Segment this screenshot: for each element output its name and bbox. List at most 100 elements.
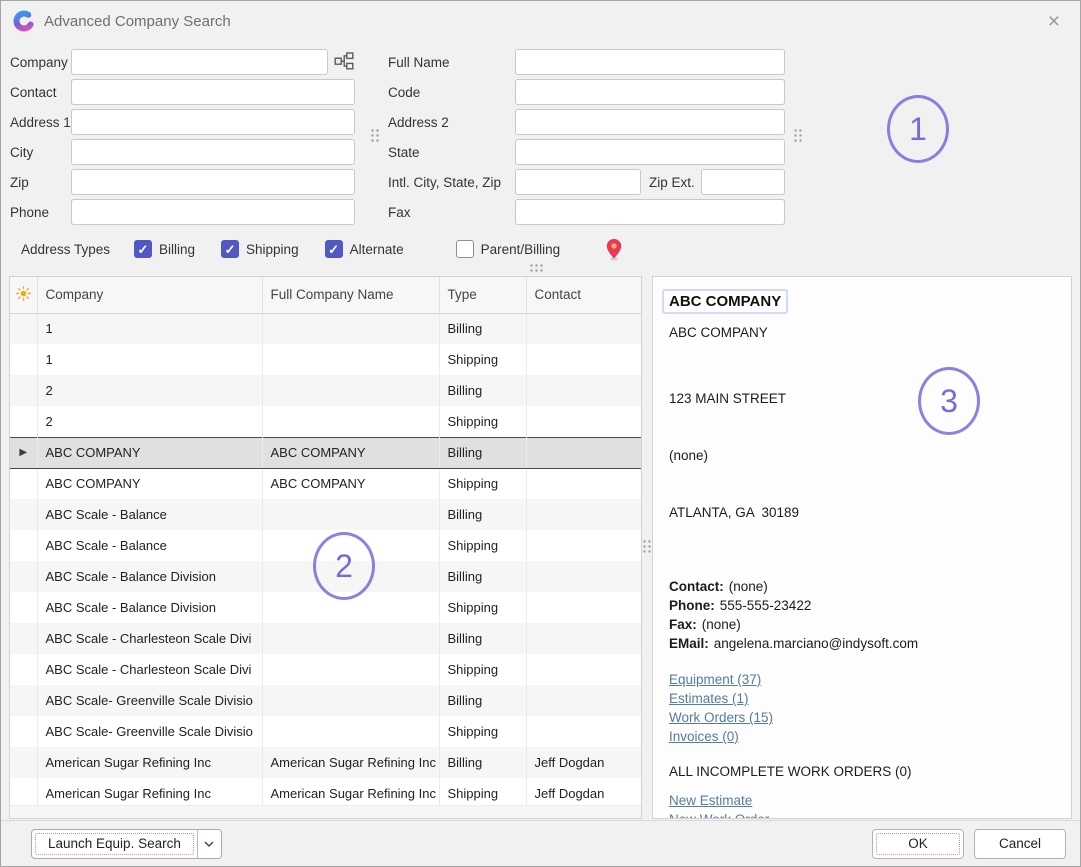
intl-city-state-zip-label: Intl. City, State, Zip bbox=[363, 175, 515, 190]
cell-type: Shipping bbox=[439, 778, 526, 809]
cell-contact bbox=[526, 685, 641, 716]
row-indicator bbox=[10, 654, 37, 685]
address2-label: Address 2 bbox=[363, 115, 515, 130]
cell-contact bbox=[526, 313, 641, 344]
state-label: State bbox=[363, 145, 515, 160]
launch-equip-search-label: Launch Equip. Search bbox=[32, 830, 197, 858]
table-row[interactable]: 1 Shipping bbox=[10, 344, 641, 375]
checkbox-billing-label: Billing bbox=[159, 242, 195, 257]
checkbox-box bbox=[456, 240, 474, 258]
table-row[interactable]: 2 Billing bbox=[10, 375, 641, 406]
cell-contact: Jeff Dogdan bbox=[526, 747, 641, 778]
cell-contact bbox=[526, 530, 641, 561]
code-input[interactable] bbox=[515, 79, 785, 105]
form-splitter-grip-right[interactable] bbox=[793, 128, 802, 142]
checkbox-shipping-label: Shipping bbox=[246, 242, 299, 257]
checkbox-parent-billing[interactable]: Parent/Billing bbox=[456, 240, 561, 258]
cell-contact bbox=[526, 375, 641, 406]
row-indicator bbox=[10, 406, 37, 437]
table-row[interactable]: ABC Scale - Charlesteon Scale Divi Billi… bbox=[10, 623, 641, 654]
titlebar: Advanced Company Search × bbox=[1, 1, 1080, 41]
column-header-contact[interactable]: Contact bbox=[526, 277, 641, 313]
map-pin-icon[interactable] bbox=[604, 238, 624, 261]
company-input[interactable] bbox=[71, 49, 328, 75]
detail-fax-row: Fax:(none) bbox=[669, 615, 1055, 634]
phone-input[interactable] bbox=[71, 199, 355, 225]
company-lookup-button[interactable] bbox=[333, 51, 355, 73]
form-bottom-splitter-grip[interactable] bbox=[529, 263, 543, 272]
table-row[interactable]: ▶ ABC COMPANY ABC COMPANY Billing bbox=[10, 437, 641, 468]
fax-input[interactable] bbox=[515, 199, 785, 225]
close-icon[interactable]: × bbox=[1042, 9, 1066, 34]
checkbox-billing[interactable]: Billing bbox=[134, 240, 195, 258]
cell-type: Shipping bbox=[439, 716, 526, 747]
table-row[interactable]: ABC Scale - Balance Division Shipping bbox=[10, 592, 641, 623]
window-title: Advanced Company Search bbox=[44, 13, 231, 30]
row-indicator bbox=[10, 716, 37, 747]
new-estimate-link[interactable]: New Estimate bbox=[669, 791, 752, 810]
table-row[interactable]: ABC Scale - Balance Shipping bbox=[10, 530, 641, 561]
column-header-full-company-name[interactable]: Full Company Name bbox=[262, 277, 439, 313]
cancel-button[interactable]: Cancel bbox=[974, 829, 1066, 859]
zip-ext-input[interactable] bbox=[701, 169, 785, 195]
launch-equip-search-button[interactable]: Launch Equip. Search bbox=[31, 829, 222, 859]
chevron-down-icon[interactable] bbox=[197, 830, 221, 858]
state-input[interactable] bbox=[515, 139, 785, 165]
table-row[interactable]: ABC Scale - Charlesteon Scale Divi Shipp… bbox=[10, 654, 641, 685]
table-row[interactable]: American Sugar Refining Inc American Sug… bbox=[10, 747, 641, 778]
detail-fax-value: (none) bbox=[702, 617, 741, 632]
column-header-company[interactable]: Company bbox=[37, 277, 262, 313]
detail-address-line: ATLANTA, GA 30189 bbox=[669, 503, 1055, 522]
cell-full-company-name bbox=[262, 406, 439, 437]
cell-company: ABC COMPANY bbox=[37, 437, 262, 468]
table-row[interactable]: ABC Scale - Balance Division Billing bbox=[10, 561, 641, 592]
row-indicator bbox=[10, 561, 37, 592]
table-row[interactable]: 2 Shipping bbox=[10, 406, 641, 437]
cell-contact bbox=[526, 406, 641, 437]
grid-settings-button[interactable] bbox=[10, 277, 37, 313]
fax-label: Fax bbox=[363, 205, 515, 220]
form-splitter-grip-left[interactable] bbox=[370, 128, 379, 142]
cell-contact bbox=[526, 344, 641, 375]
intl-city-state-zip-input[interactable] bbox=[515, 169, 641, 195]
estimates-link[interactable]: Estimates (1) bbox=[669, 689, 749, 708]
cell-full-company-name bbox=[262, 623, 439, 654]
full-name-input[interactable] bbox=[515, 49, 785, 75]
detail-phone-row: Phone:555-555-23422 bbox=[669, 596, 1055, 615]
equipment-link[interactable]: Equipment (37) bbox=[669, 670, 761, 689]
zip-ext-label: Zip Ext. bbox=[641, 175, 701, 190]
city-input[interactable] bbox=[71, 139, 355, 165]
incomplete-work-orders-line: ALL INCOMPLETE WORK ORDERS (0) bbox=[669, 764, 1055, 779]
checkbox-shipping[interactable]: Shipping bbox=[221, 240, 299, 258]
table-row[interactable]: 1 Billing bbox=[10, 313, 641, 344]
contact-input[interactable] bbox=[71, 79, 355, 105]
cell-type: Shipping bbox=[439, 654, 526, 685]
zip-label: Zip bbox=[1, 175, 71, 190]
detail-phone-value: 555-555-23422 bbox=[720, 598, 812, 613]
table-row[interactable]: ABC COMPANY ABC COMPANY Shipping bbox=[10, 468, 641, 499]
address2-input[interactable] bbox=[515, 109, 785, 135]
table-row[interactable]: ABC Scale - Balance Billing bbox=[10, 499, 641, 530]
detail-email-value: angelena.marciano@indysoft.com bbox=[714, 636, 918, 651]
cell-full-company-name bbox=[262, 654, 439, 685]
table-row[interactable]: American Sugar Refining Inc American Sug… bbox=[10, 778, 641, 809]
new-work-order-link[interactable]: New Work Order bbox=[669, 810, 769, 819]
zip-input[interactable] bbox=[71, 169, 355, 195]
table-row[interactable]: ABC Scale- Greenville Scale Divisio Bill… bbox=[10, 685, 641, 716]
grid-header-row: Company Full Company Name Type Contact bbox=[10, 277, 641, 313]
checkbox-alternate[interactable]: Alternate bbox=[325, 240, 404, 258]
cell-contact bbox=[526, 499, 641, 530]
detail-contact-label: Contact: bbox=[669, 579, 724, 594]
invoices-link[interactable]: Invoices (0) bbox=[669, 727, 739, 746]
table-row[interactable]: ABC Scale- Greenville Scale Divisio Ship… bbox=[10, 716, 641, 747]
column-header-type[interactable]: Type bbox=[439, 277, 526, 313]
ok-button[interactable]: OK bbox=[872, 829, 964, 859]
cell-company: American Sugar Refining Inc bbox=[37, 747, 262, 778]
cell-type: Billing bbox=[439, 685, 526, 716]
cell-full-company-name: ABC COMPANY bbox=[262, 468, 439, 499]
row-indicator bbox=[10, 468, 37, 499]
address1-input[interactable] bbox=[71, 109, 355, 135]
detail-company-header: ABC COMPANY bbox=[664, 291, 786, 312]
detail-email-row: EMail:angelena.marciano@indysoft.com bbox=[669, 634, 1055, 653]
work-orders-link[interactable]: Work Orders (15) bbox=[669, 708, 773, 727]
